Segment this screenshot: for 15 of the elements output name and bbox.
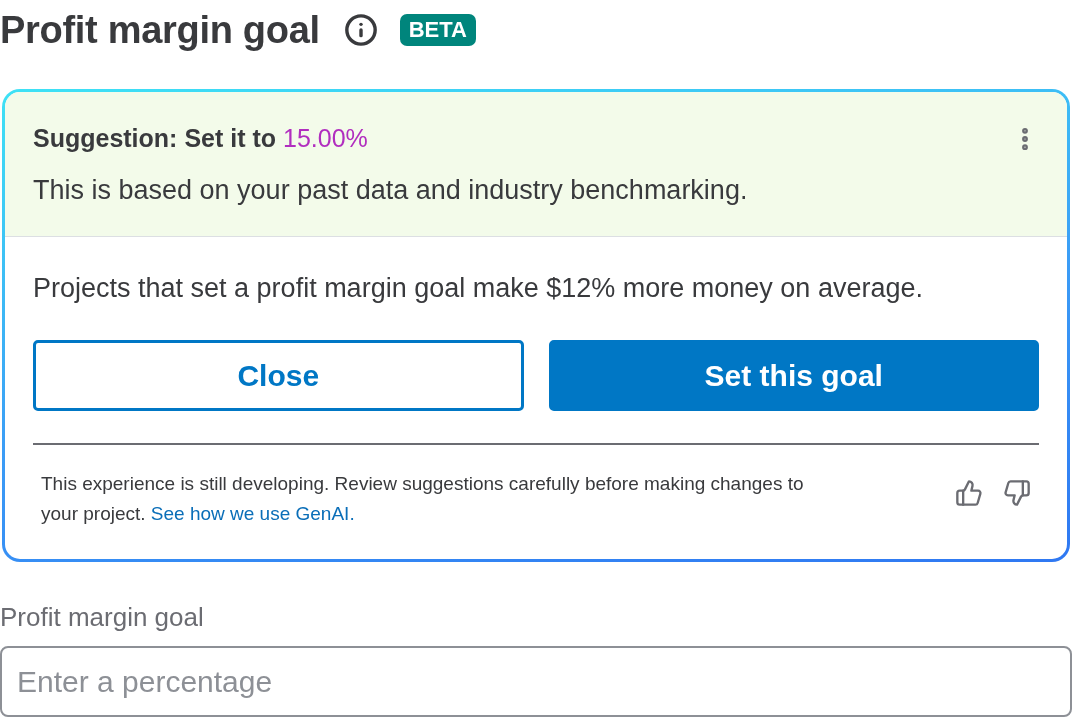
percentage-input[interactable]: Enter a percentage [0,646,1072,717]
suggestion-label: Suggestion: Set it to [33,124,277,153]
suggested-value: 15.00% [283,124,368,153]
set-goal-button[interactable]: Set this goal [548,340,1039,411]
insight-text: Projects that set a profit margin goal make $12% more money on average. [33,273,924,304]
info-icon[interactable] [343,13,378,47]
genai-link[interactable]: See how we use GenAI. [150,503,355,524]
disclaimer-text: This experience is still developing. Review suggestions carefully before making changes to your project. See how we use GenAI. [41,472,805,526]
suggestion-explanation: This is based on your past data and industry benchmarking. [33,175,749,206]
thumbs-down-icon[interactable] [1003,479,1031,507]
close-button[interactable]: Close [33,340,524,411]
beta-badge: BETA [399,14,476,46]
thumbs-up-icon[interactable] [955,479,983,507]
page-title: Profit margin goal [0,8,320,52]
field-label: Profit margin goal [0,602,205,632]
